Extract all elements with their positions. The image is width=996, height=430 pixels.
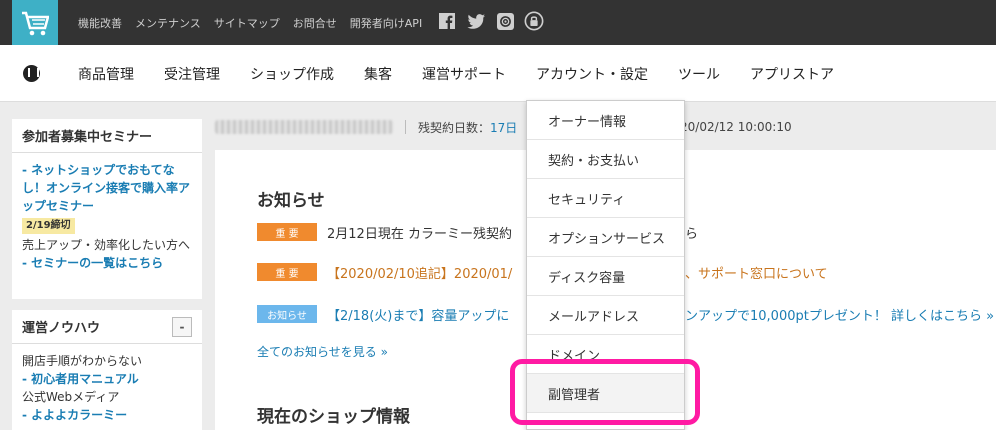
news-item[interactable]: お知らせ 【2/18(火)まで】容量アップに: [257, 303, 509, 325]
important-tag: 重 要: [257, 263, 317, 281]
knowhow-text-media: 公式Webメディア: [22, 390, 120, 404]
divider: [405, 120, 406, 134]
seminar-list-link[interactable]: - セミナーの一覧はこちら: [22, 256, 163, 270]
top-links: 機能改善 メンテナンス サイトマップ お問合せ 開発者向けAPI: [78, 0, 435, 45]
menu-item-contract-payment[interactable]: 契約・お支払い: [527, 140, 684, 179]
beginner-manual-link[interactable]: - 初心者用マニュアル: [22, 372, 139, 386]
lock-icon[interactable]: [524, 11, 544, 31]
social-icons: [437, 11, 553, 31]
knowhow-text-setup: 開店手順がわからない: [22, 354, 143, 368]
blurred-shop-name: [215, 120, 393, 134]
main-nav: 商品管理 受注管理 ショップ作成 集客 運営サポート アカウント・設定 ツール …: [0, 45, 996, 102]
news-text-tail[interactable]: ら: [685, 223, 698, 242]
nav-item-app-store[interactable]: アプリストア: [750, 64, 834, 84]
menu-item-owner-info[interactable]: オーナー情報: [527, 101, 684, 140]
news-heading: お知らせ: [257, 191, 325, 211]
shop-info-heading: 現在のショップ情報: [257, 407, 410, 427]
top-link-developer-api[interactable]: 開発者向けAPI: [350, 15, 422, 31]
highlight-frame: [510, 359, 700, 425]
remaining-days-label: 残契約日数：: [418, 120, 491, 135]
nav-item-marketing[interactable]: 集客: [364, 64, 392, 84]
knowhow-card-header: 運営ノウハウ -: [12, 310, 202, 344]
info-tag: お知らせ: [257, 305, 317, 323]
cart-icon: [22, 11, 49, 36]
menu-item-email-address[interactable]: メールアドレス: [527, 296, 684, 335]
collapse-button[interactable]: -: [172, 316, 192, 337]
news-text-tail[interactable]: ンアップで10,000ptプレゼント！ 詳しくはこちら »: [685, 305, 994, 324]
nav-item-support[interactable]: 運営サポート: [422, 64, 506, 84]
seminar-card-header: 参加者募集中セミナー: [12, 119, 202, 153]
news-text[interactable]: 2月12日現在 カラーミー残契約: [327, 223, 512, 242]
news-item[interactable]: 重 要 2月12日現在 カラーミー残契約: [257, 221, 512, 243]
twitter-icon[interactable]: [466, 11, 486, 31]
important-tag: 重 要: [257, 223, 317, 241]
news-item[interactable]: 重 要 【2020/02/10追記】2020/01/: [257, 261, 512, 283]
knowhow-card-body: 開店手順がわからない - 初心者用マニュアル 公式Webメディア - よよよカラ…: [12, 344, 202, 430]
colorme-logo-icon[interactable]: [23, 65, 40, 82]
cart-logo[interactable]: [12, 0, 58, 48]
top-bar: 機能改善 メンテナンス サイトマップ お問合せ 開発者向けAPI: [0, 0, 996, 48]
news-text[interactable]: 【2020/02/10追記】2020/01/: [327, 263, 512, 282]
mail-icon[interactable]: [495, 11, 515, 31]
main-nav-items: 商品管理 受注管理 ショップ作成 集客 運営サポート アカウント・設定 ツール …: [78, 45, 864, 102]
nav-item-account-settings[interactable]: アカウント・設定: [536, 64, 648, 84]
seminar-link-online-service[interactable]: - ネットショップでおもてなし！オンライン接客で購入率アップセミナー: [22, 163, 190, 213]
top-link-contact[interactable]: お問合せ: [293, 15, 337, 31]
nav-item-tools[interactable]: ツール: [678, 64, 720, 84]
deadline-badge: 2/19締切: [22, 218, 75, 234]
nav-item-shop-creation[interactable]: ショップ作成: [250, 64, 334, 84]
menu-item-option-services[interactable]: オプションサービス: [527, 218, 684, 257]
menu-item-security[interactable]: セキュリティ: [527, 179, 684, 218]
seminar-card: 参加者募集中セミナー - ネットショップでおもてなし！オンライン接客で購入率アッ…: [12, 119, 202, 299]
remaining-days-value[interactable]: 17日: [490, 119, 517, 136]
nav-item-products[interactable]: 商品管理: [78, 64, 134, 84]
top-link-sitemap[interactable]: サイトマップ: [214, 15, 280, 31]
menu-item-disk-capacity[interactable]: ディスク容量: [527, 257, 684, 296]
news-text-tail[interactable]: 、サポート窓口について: [685, 263, 828, 282]
top-link-improvements[interactable]: 機能改善: [78, 15, 122, 31]
top-link-maintenance[interactable]: メンテナンス: [135, 15, 201, 31]
knowhow-card-title: 運営ノウハウ: [22, 321, 101, 336]
facebook-icon[interactable]: [437, 11, 457, 31]
nav-item-orders[interactable]: 受注管理: [164, 64, 220, 84]
news-text[interactable]: 【2/18(火)まで】容量アップに: [327, 305, 509, 324]
login-datetime: 20/02/12 10:00:10: [680, 120, 792, 134]
seminar-card-title: 参加者募集中セミナー: [22, 130, 153, 145]
seminar-card-body: - ネットショップでおもてなし！オンライン接客で購入率アップセミナー 2/19締…: [12, 153, 202, 280]
media-link[interactable]: - よよよカラーミー: [22, 408, 127, 422]
knowhow-card: 運営ノウハウ - 開店手順がわからない - 初心者用マニュアル 公式Webメディ…: [12, 310, 202, 430]
seminar-text: 売上アップ・効率化したい方へ: [22, 238, 191, 252]
all-news-link[interactable]: 全てのお知らせを見る »: [257, 343, 388, 360]
